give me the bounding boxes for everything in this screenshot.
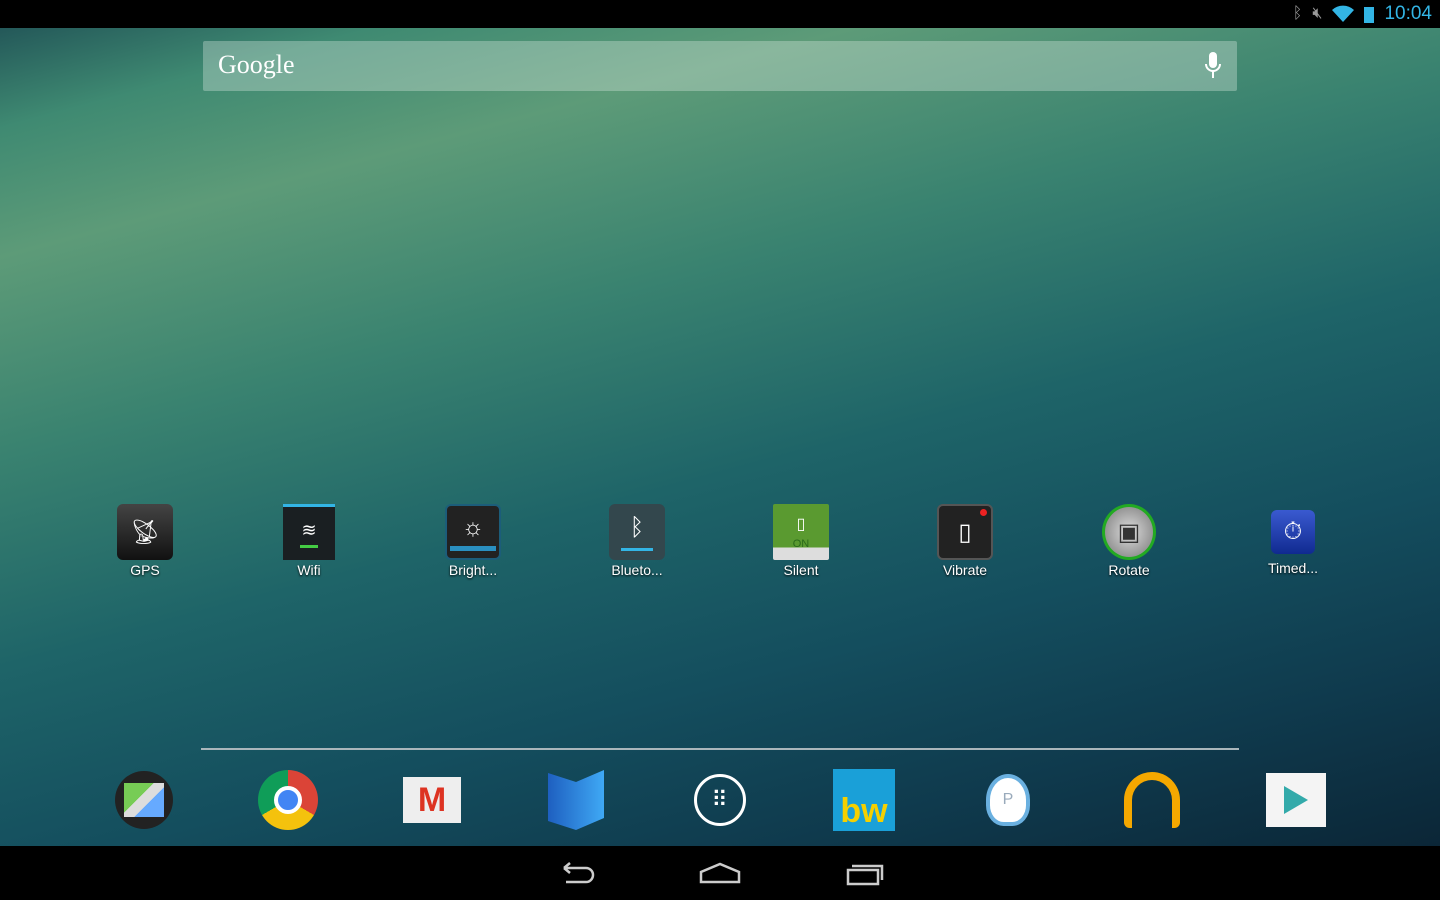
widget-label: Vibrate xyxy=(942,562,988,578)
rotate-icon: ▣ xyxy=(1102,504,1156,560)
timer-icon: ⏱︎ xyxy=(1271,510,1315,554)
back-icon[interactable] xyxy=(556,858,596,888)
widget-bluetooth[interactable]: ᛒ Blueto... xyxy=(577,504,697,578)
google-logo: Google xyxy=(218,50,295,79)
gmail-icon[interactable]: M xyxy=(400,768,464,832)
widget-gps[interactable]: 📡︎ GPS xyxy=(85,504,205,578)
play-music-icon[interactable] xyxy=(1120,768,1184,832)
muted-icon: 🔇︎ xyxy=(1312,5,1323,22)
chrome-icon[interactable] xyxy=(256,768,320,832)
maps-icon[interactable] xyxy=(112,768,176,832)
silent-on-badge: ON xyxy=(792,538,810,550)
bluetooth-icon: ᛒ xyxy=(609,504,665,560)
widget-label: Blueto... xyxy=(611,562,663,578)
status-bar[interactable]: ᛒ 🔇︎ 10:04 xyxy=(0,0,1440,28)
wifi-icon xyxy=(1332,5,1355,22)
widget-silent[interactable]: ▯ ON Silent xyxy=(741,504,861,578)
bird-app-icon[interactable]: P xyxy=(976,768,1040,832)
widget-label: Wifi xyxy=(297,562,321,578)
home-icon[interactable] xyxy=(699,858,741,888)
battery-icon xyxy=(1364,5,1375,23)
play-books-icon[interactable] xyxy=(544,768,608,832)
widget-label: Timed... xyxy=(1267,560,1319,576)
wifi-icon: ≋ xyxy=(283,504,335,560)
brightness-icon: ☼ xyxy=(445,504,501,560)
widget-label: GPS xyxy=(130,562,160,578)
silent-icon: ▯ ON xyxy=(773,504,829,560)
widget-label: Silent xyxy=(783,562,819,578)
gps-icon: 📡︎ xyxy=(117,504,173,560)
widget-timed[interactable]: ⏱︎ Timed... xyxy=(1233,504,1353,576)
widget-label: Rotate xyxy=(1108,562,1150,578)
widget-label: Bright... xyxy=(448,562,498,578)
dock-divider xyxy=(201,748,1239,750)
app-drawer-icon[interactable]: ⠿ xyxy=(688,768,752,832)
bluetooth-icon: ᛒ xyxy=(1292,5,1303,22)
bw-icon[interactable]: bw xyxy=(832,768,896,832)
clock: 10:04 xyxy=(1384,3,1432,24)
widget-vibrate[interactable]: ▯ Vibrate xyxy=(905,504,1025,578)
navigation-bar xyxy=(0,846,1440,900)
mic-icon[interactable] xyxy=(1205,52,1221,80)
widget-brightness[interactable]: ☼ Bright... xyxy=(413,504,533,578)
bw-text: bw xyxy=(833,769,895,831)
vibrate-icon: ▯ xyxy=(937,504,993,560)
play-store-icon[interactable] xyxy=(1264,768,1328,832)
widget-wifi[interactable]: ≋ Wifi xyxy=(249,504,369,578)
google-search-bar[interactable]: Google xyxy=(203,41,1237,91)
widget-rotate[interactable]: ▣ Rotate xyxy=(1069,504,1189,578)
recents-icon[interactable] xyxy=(844,858,886,888)
